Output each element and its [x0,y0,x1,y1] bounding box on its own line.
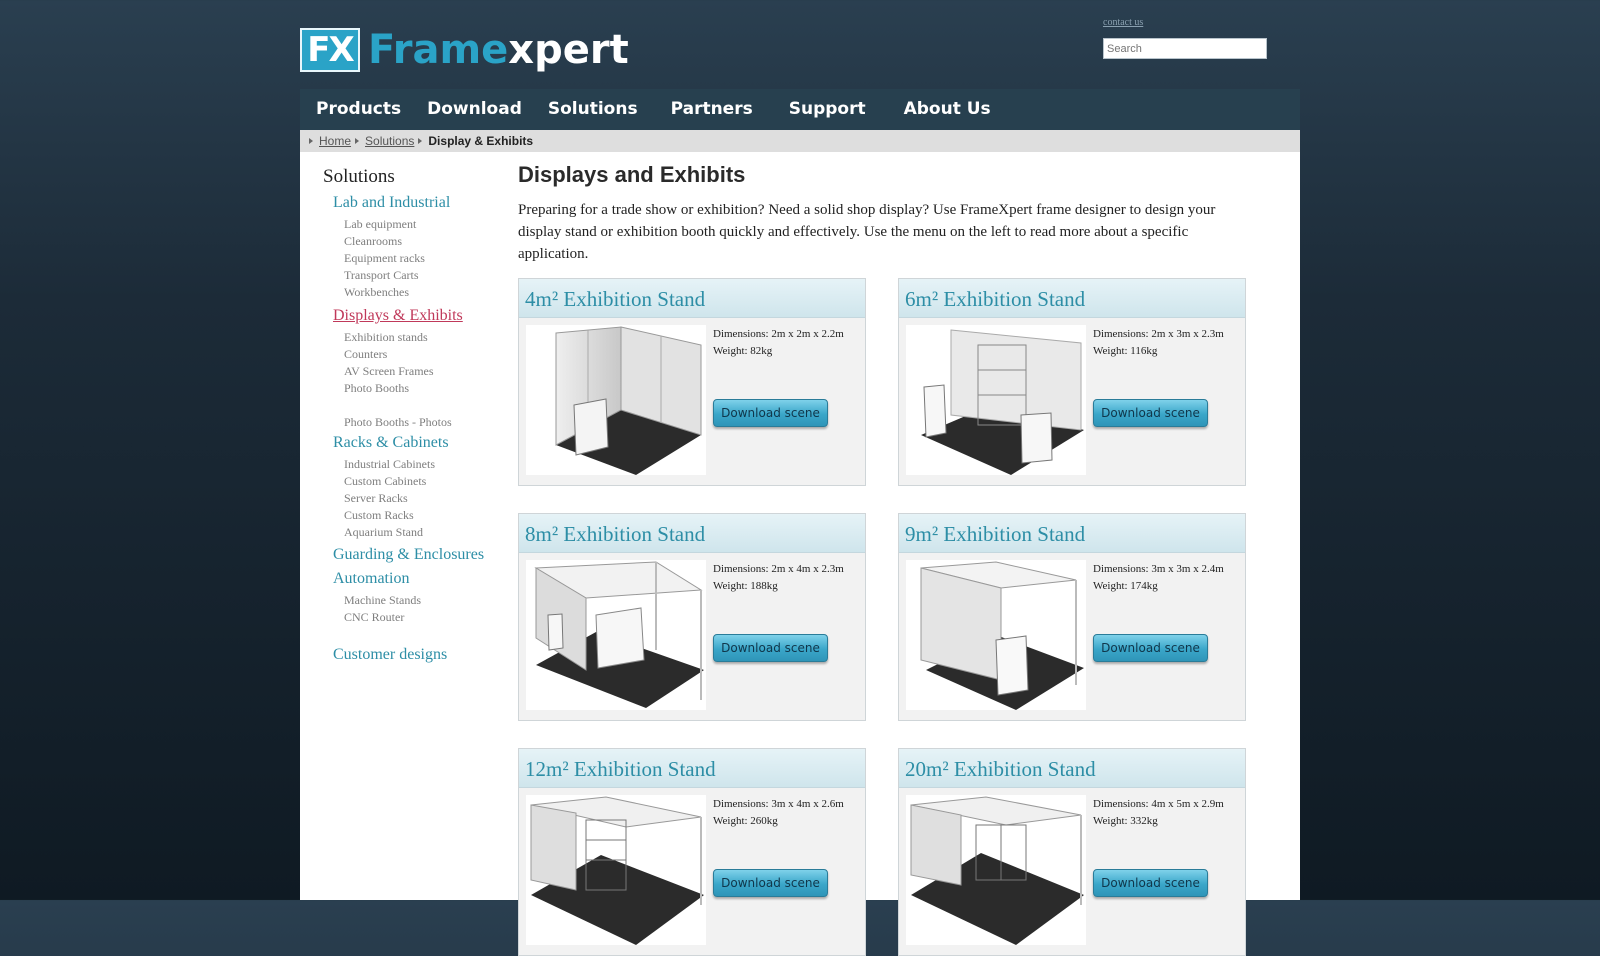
sidebar-item-cleanrooms[interactable]: Cleanrooms [344,233,503,250]
contact-us-link[interactable]: contact us [1103,17,1143,28]
stand-weight: Weight: 332kg [1093,815,1158,827]
breadcrumb-arrow-icon [418,138,423,144]
stand-dimensions: Dimensions: 4m x 5m x 2.9m [1093,798,1224,810]
stand-card-title: 4m² Exhibition Stand [519,279,865,318]
stand-info: Dimensions: 2m x 3m x 2.3m Weight: 116kg [1093,326,1224,360]
main-nav: Products Download Solutions Partners Sup… [300,89,1300,130]
sidebar-item-workbenches[interactable]: Workbenches [344,284,503,301]
breadcrumb-home[interactable]: Home [319,130,351,152]
nav-support[interactable]: Support [789,89,866,130]
sidebar-item-industrial-cabinets[interactable]: Industrial Cabinets [344,456,503,473]
download-scene-button[interactable]: Download scene [1093,869,1208,897]
sidebar-item-lab-equipment[interactable]: Lab equipment [344,216,503,233]
sidebar-item-photo-booths[interactable]: Photo Booths [344,380,503,397]
nav-download[interactable]: Download [427,89,522,130]
stand-image-12m2[interactable] [526,795,706,945]
sidebar-cat-lab-industrial[interactable]: Lab and Industrial [333,194,503,212]
framexpert-logo[interactable]: FX Framexpert [300,27,629,73]
stand-image-6m2[interactable] [906,325,1086,475]
stand-weight: Weight: 116kg [1093,345,1158,357]
search-input[interactable] [1103,38,1267,59]
page-title: Displays and Exhibits [518,162,746,187]
sidebar-item-counters[interactable]: Counters [344,346,503,363]
stand-dimensions: Dimensions: 2m x 3m x 2.3m [1093,328,1224,340]
stand-image-20m2[interactable] [906,795,1086,945]
download-scene-button[interactable]: Download scene [1093,634,1208,662]
stand-image-4m2[interactable] [526,325,706,475]
stand-card-title: 9m² Exhibition Stand [899,514,1245,553]
stand-card-8m2: 8m² Exhibition Stand Dimensions: 2m x 4m… [518,513,866,721]
stand-info: Dimensions: 3m x 4m x 2.6m Weight: 260kg [713,796,844,830]
page: FX Framexpert contact us Products Downlo… [300,0,1300,956]
sidebar-item-machine-stands[interactable]: Machine Stands [344,592,503,609]
stand-card-title: 6m² Exhibition Stand [899,279,1245,318]
sidebar-item-custom-cabinets[interactable]: Custom Cabinets [344,473,503,490]
download-scene-button[interactable]: Download scene [713,399,828,427]
download-scene-button[interactable]: Download scene [713,869,828,897]
logo-word-frame: Frame [368,27,509,73]
stand-dimensions: Dimensions: 3m x 4m x 2.6m [713,798,844,810]
stand-info: Dimensions: 2m x 4m x 2.3m Weight: 188kg [713,561,844,595]
breadcrumb-current: Display & Exhibits [428,134,534,148]
stand-weight: Weight: 188kg [713,580,778,592]
stand-info: Dimensions: 3m x 3m x 2.4m Weight: 174kg [1093,561,1224,595]
stand-image-9m2[interactable] [906,560,1086,710]
intro-text: Preparing for a trade show or exhibition… [518,202,1216,262]
download-scene-button[interactable]: Download scene [713,634,828,662]
sidebar: Solutions Lab and Industrial Lab equipme… [323,166,503,668]
main-content: Displays and Exhibits Preparing for a tr… [518,162,1258,956]
sidebar-title: Solutions [323,166,395,187]
stand-card-9m2: 9m² Exhibition Stand Dimensions: 3m x 3m… [898,513,1246,721]
sidebar-cat-displays-exhibits[interactable]: Displays & Exhibits [333,307,503,325]
stand-info: Dimensions: 4m x 5m x 2.9m Weight: 332kg [1093,796,1224,830]
sidebar-cat-customer-designs[interactable]: Customer designs [333,646,503,664]
stand-card-20m2: 20m² Exhibition Stand Dimensions: 4m x 5… [898,748,1246,956]
sidebar-cat-automation[interactable]: Automation [333,570,503,588]
stand-info: Dimensions: 2m x 2m x 2.2m Weight: 82kg [713,326,844,360]
stand-dimensions: Dimensions: 3m x 3m x 2.4m [1093,563,1224,575]
content-panel: Solutions Lab and Industrial Lab equipme… [300,152,1300,956]
breadcrumb-solutions[interactable]: Solutions [365,130,414,152]
sidebar-item-photo-booths-photos[interactable]: Photo Booths - Photos [344,414,503,431]
sidebar-item-transport-carts[interactable]: Transport Carts [344,267,503,284]
stand-weight: Weight: 174kg [1093,580,1158,592]
stand-card-title: 20m² Exhibition Stand [899,749,1245,788]
stand-dimensions: Dimensions: 2m x 4m x 2.3m [713,563,844,575]
logo-mark: FX [300,28,360,72]
stand-card-12m2: 12m² Exhibition Stand Dimensions: 3m x 4… [518,748,866,956]
sidebar-item-server-racks[interactable]: Server Racks [344,490,503,507]
sidebar-item-cnc-router[interactable]: CNC Router [344,609,503,626]
logo-word-xpert: xpert [508,27,629,73]
breadcrumb: Home Solutions Display & Exhibits [300,130,1300,152]
nav-partners[interactable]: Partners [671,89,753,130]
sidebar-item-aquarium-stand[interactable]: Aquarium Stand [344,524,503,541]
nav-solutions[interactable]: Solutions [548,89,638,130]
stand-weight: Weight: 260kg [713,815,778,827]
stand-card-title: 12m² Exhibition Stand [519,749,865,788]
download-scene-button[interactable]: Download scene [1093,399,1208,427]
breadcrumb-arrow-icon [309,138,313,144]
stand-card-title: 8m² Exhibition Stand [519,514,865,553]
sidebar-item-av-screen-frames[interactable]: AV Screen Frames [344,363,503,380]
sidebar-item-equipment-racks[interactable]: Equipment racks [344,250,503,267]
breadcrumb-arrow-icon [355,138,360,144]
stand-image-8m2[interactable] [526,560,706,710]
sidebar-cat-racks-cabinets[interactable]: Racks & Cabinets [333,434,503,452]
nav-products[interactable]: Products [316,89,401,130]
stand-dimensions: Dimensions: 2m x 2m x 2.2m [713,328,844,340]
sidebar-item-exhibition-stands[interactable]: Exhibition stands [344,329,503,346]
stand-weight: Weight: 82kg [713,345,773,357]
sidebar-cat-guarding-enclosures[interactable]: Guarding & Enclosures [333,546,503,564]
logo-wordmark: Framexpert [368,27,629,73]
stand-card-4m2: 4m² Exhibition Stand Dimensions: 2m x 2m… [518,278,866,486]
sidebar-item-custom-racks[interactable]: Custom Racks [344,507,503,524]
nav-about-us[interactable]: About Us [904,89,991,130]
stand-card-6m2: 6m² Exhibition Stand Dimensions: 2m x 3m… [898,278,1246,486]
